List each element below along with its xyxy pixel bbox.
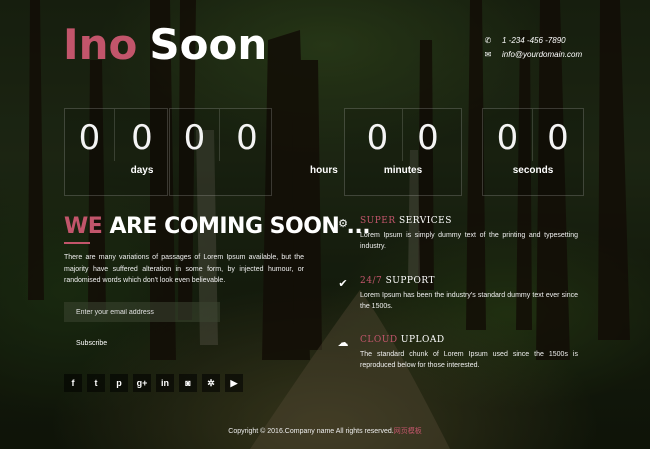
phone-number: 1 -234 -456 -7890 <box>502 36 566 45</box>
social-links: f t p g+ in ◙ ✲ ▶ <box>64 374 243 392</box>
footer-link[interactable]: 网页模板 <box>394 428 422 435</box>
google-plus-icon[interactable]: g+ <box>133 374 151 392</box>
countdown-digit: 0 <box>65 109 115 161</box>
yelp-icon[interactable]: ✲ <box>202 374 220 392</box>
brand-part-2: Soon <box>149 20 268 69</box>
feature-description: Lorem Ipsum has been the industry's stan… <box>360 292 578 310</box>
linkedin-icon[interactable]: in <box>156 374 174 392</box>
countdown-digit: 0 <box>483 109 533 161</box>
envelope-icon: ✉ <box>484 50 492 59</box>
countdown-days: 0 0 days <box>64 108 168 196</box>
countdown-digit: 0 <box>353 109 403 161</box>
countdown-digit: 0 <box>547 118 569 158</box>
twitter-icon[interactable]: t <box>87 374 105 392</box>
brand-part-1: Ino <box>63 20 138 69</box>
subscribe-button[interactable]: Subscribe <box>64 333 124 353</box>
facebook-icon[interactable]: f <box>64 374 82 392</box>
pinterest-icon[interactable]: p <box>110 374 128 392</box>
coming-soon-heading: WE ARE COMING SOON ... <box>64 214 371 239</box>
feature-title: CLOUD UPLOAD <box>360 335 445 345</box>
feature-description: The standard chunk of Lorem Ipsum used s… <box>360 351 578 369</box>
countdown-digit: 0 <box>131 118 153 158</box>
instagram-icon[interactable]: ◙ <box>179 374 197 392</box>
countdown-label: seconds <box>512 165 554 176</box>
heading-accent: WE <box>64 214 103 239</box>
countdown-digit: 0 <box>170 109 220 161</box>
email-link[interactable]: info@yourdomain.com <box>502 48 582 62</box>
intro-paragraph: There are many variations of passages of… <box>64 254 304 284</box>
feature-title-text: SUPPORT <box>382 276 435 286</box>
feature-title-text: SERVICES <box>395 216 452 226</box>
countdown-label: minutes <box>383 165 423 176</box>
countdown-digit: 0 <box>417 118 439 158</box>
copyright-text: Copyright © 2016.Company name All rights… <box>228 428 394 435</box>
cloud-upload-icon: ☁ <box>337 336 349 349</box>
brand-logo: Ino Soon <box>63 20 267 70</box>
feature-description: Lorem Ipsum is simply dummy text of the … <box>360 232 578 250</box>
countdown-hours: 0 0 hours <box>169 108 338 196</box>
heading-underline <box>64 242 90 244</box>
countdown-seconds: 0 0 seconds <box>482 108 584 196</box>
countdown-minutes: 0 0 minutes <box>344 108 462 196</box>
youtube-icon[interactable]: ▶ <box>225 374 243 392</box>
countdown-label: days <box>130 165 154 176</box>
footer: Copyright © 2016.Company name All rights… <box>0 426 650 436</box>
feature-title-accent: SUPER <box>360 216 396 226</box>
countdown-digit: 0 <box>236 118 258 158</box>
feature-title: SUPER SERVICES <box>360 216 452 226</box>
feature-title-accent: CLOUD <box>360 335 398 345</box>
feature-title-accent: 24/7 <box>360 276 383 286</box>
contact-info: ✆ 1 -234 -456 -7890 ✉ info@yourdomain.com <box>484 34 583 62</box>
phone-icon: ✆ <box>484 36 492 45</box>
checkmark-icon: ✔ <box>338 277 348 290</box>
email-input[interactable] <box>64 302 220 322</box>
feature-title-text: UPLOAD <box>397 335 445 345</box>
heading-text: ARE COMING SOON ... <box>109 214 371 239</box>
feature-title: 24/7 SUPPORT <box>360 276 435 286</box>
gears-icon: ⚙ <box>338 217 348 230</box>
